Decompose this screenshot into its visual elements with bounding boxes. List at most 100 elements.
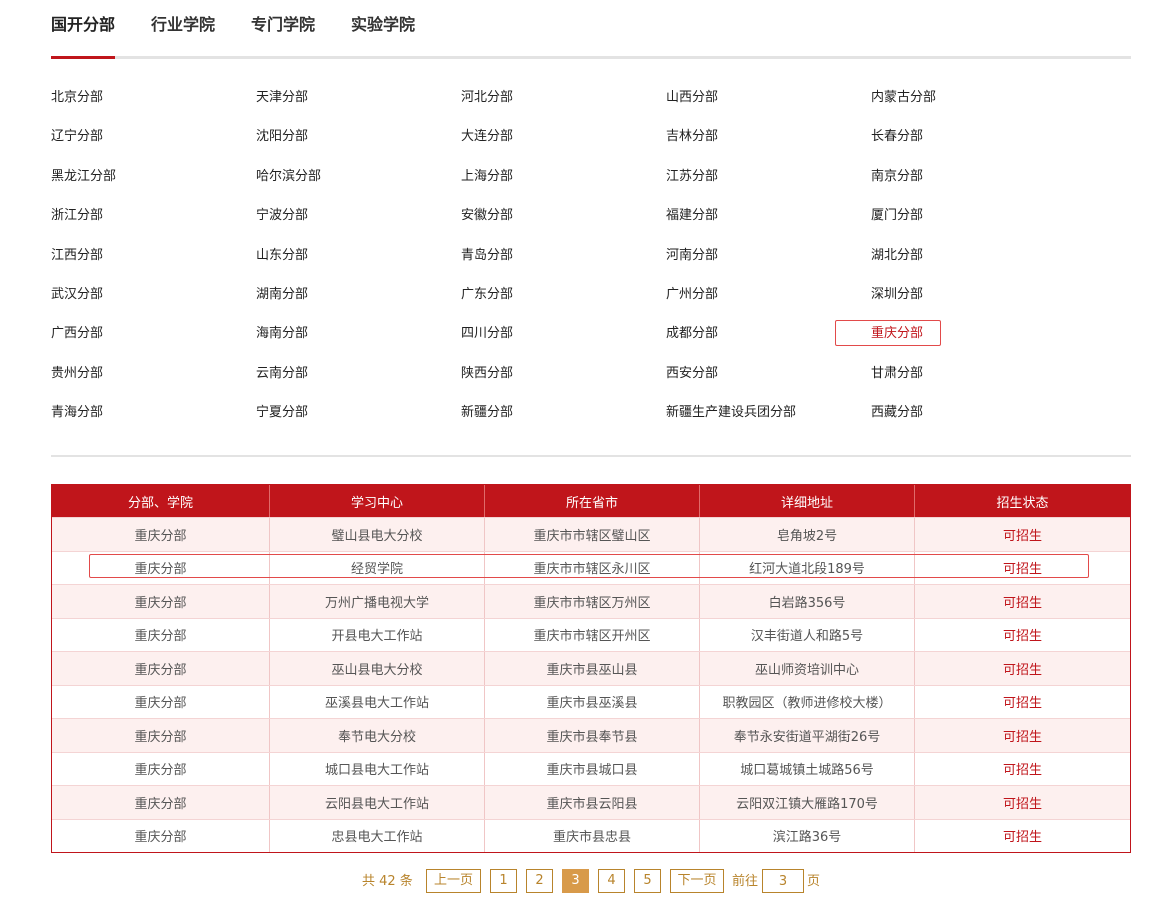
- branch-link[interactable]: 江西分部: [51, 243, 103, 269]
- table-row: 重庆分部 巫溪县电大工作站 重庆市县巫溪县 职教园区（教师进修校大楼） 可招生: [52, 684, 1130, 718]
- cell-center: 云阳县电大工作站: [270, 786, 485, 819]
- branch-link[interactable]: 云南分部: [256, 361, 308, 387]
- cell-center: 巫溪县电大工作站: [270, 685, 485, 718]
- branch-link[interactable]: 青海分部: [51, 400, 103, 426]
- table-row: 重庆分部 经贸学院 重庆市市辖区永川区 红河大道北段189号 可招生: [52, 550, 1130, 584]
- branch-link[interactable]: 新疆生产建设兵团分部: [666, 400, 796, 426]
- tab-divider: [51, 56, 1131, 59]
- page-3-button[interactable]: 3: [562, 869, 589, 893]
- branch-link[interactable]: 广东分部: [461, 282, 513, 308]
- branch-link[interactable]: 内蒙古分部: [871, 85, 936, 111]
- next-page-button[interactable]: 下一页: [670, 869, 724, 893]
- cell-city: 重庆市县云阳县: [485, 786, 700, 819]
- branch-link[interactable]: 上海分部: [461, 164, 513, 190]
- header-address: 详细地址: [700, 485, 915, 517]
- cell-city: 重庆市县巫山县: [485, 652, 700, 685]
- cell-branch: 重庆分部: [52, 752, 270, 785]
- learning-center-table: 分部、学院 学习中心 所在省市 详细地址 招生状态 重庆分部 璧山县电大分校 重庆市…: [51, 484, 1131, 853]
- branch-link[interactable]: 宁夏分部: [256, 400, 308, 426]
- cell-address: 职教园区（教师进修校大楼）: [700, 685, 915, 718]
- goto-page-input[interactable]: [762, 869, 804, 893]
- cell-city: 重庆市县巫溪县: [485, 685, 700, 718]
- cell-address: 滨江路36号: [700, 819, 915, 852]
- page-1-button[interactable]: 1: [490, 869, 517, 893]
- cell-center: 奉节电大分校: [270, 719, 485, 752]
- cell-branch: 重庆分部: [52, 685, 270, 718]
- branch-link[interactable]: 重庆分部: [871, 321, 923, 347]
- cell-status: 可招生: [1002, 830, 1042, 846]
- tab-experimental-colleges[interactable]: 实验学院: [351, 13, 415, 37]
- branch-link[interactable]: 西藏分部: [871, 400, 923, 426]
- page-4-button[interactable]: 4: [598, 869, 625, 893]
- cell-status: 可招生: [1002, 696, 1042, 712]
- cell-city: 重庆市市辖区万州区: [485, 585, 700, 618]
- branch-link[interactable]: 新疆分部: [461, 400, 513, 426]
- branch-link[interactable]: 福建分部: [666, 203, 718, 229]
- branch-link[interactable]: 山东分部: [256, 243, 308, 269]
- branch-link[interactable]: 广州分部: [666, 282, 718, 308]
- branch-link[interactable]: 南京分部: [871, 164, 923, 190]
- branch-link[interactable]: 天津分部: [256, 85, 308, 111]
- branch-link[interactable]: 甘肃分部: [871, 361, 923, 387]
- branch-link[interactable]: 黑龙江分部: [51, 164, 116, 190]
- header-city: 所在省市: [485, 485, 700, 517]
- tab-special-colleges[interactable]: 专门学院: [251, 13, 315, 37]
- cell-city: 重庆市市辖区永川区: [485, 551, 700, 584]
- branch-link[interactable]: 武汉分部: [51, 282, 103, 308]
- page-5-button[interactable]: 5: [634, 869, 661, 893]
- cell-branch: 重庆分部: [52, 585, 270, 618]
- branch-link[interactable]: 四川分部: [461, 321, 513, 347]
- branch-link[interactable]: 河南分部: [666, 243, 718, 269]
- cell-branch: 重庆分部: [52, 786, 270, 819]
- branch-link[interactable]: 深圳分部: [871, 282, 923, 308]
- branch-link[interactable]: 贵州分部: [51, 361, 103, 387]
- branch-link[interactable]: 大连分部: [461, 124, 513, 150]
- cell-status: 可招生: [1002, 562, 1042, 578]
- branch-link[interactable]: 厦门分部: [871, 203, 923, 229]
- branch-link[interactable]: 广西分部: [51, 321, 103, 347]
- branch-link[interactable]: 辽宁分部: [51, 124, 103, 150]
- branch-link[interactable]: 北京分部: [51, 85, 103, 111]
- table-row: 重庆分部 开县电大工作站 重庆市市辖区开州区 汉丰街道人和路5号 可招生: [52, 617, 1130, 651]
- branch-link[interactable]: 长春分部: [871, 124, 923, 150]
- header-branch: 分部、学院: [52, 485, 270, 517]
- goto-suffix: 页: [807, 874, 821, 889]
- table-body: 重庆分部 璧山县电大分校 重庆市市辖区璧山区 皂角坡2号 可招生 重庆分部 经贸学院 重庆市市…: [52, 517, 1130, 852]
- branch-link[interactable]: 海南分部: [256, 321, 308, 347]
- branch-link[interactable]: 西安分部: [666, 361, 718, 387]
- cell-branch: 重庆分部: [52, 652, 270, 685]
- tab-guokai-branches[interactable]: 国开分部: [51, 13, 115, 37]
- cell-branch: 重庆分部: [52, 819, 270, 852]
- branch-link[interactable]: 哈尔滨分部: [256, 164, 321, 190]
- cell-status: 可招生: [1002, 796, 1042, 812]
- branch-link[interactable]: 沈阳分部: [256, 124, 308, 150]
- branch-link[interactable]: 安徽分部: [461, 203, 513, 229]
- tab-bar: 国开分部 行业学院 专门学院 实验学院: [51, 0, 1131, 60]
- cell-city: 重庆市市辖区开州区: [485, 618, 700, 651]
- cell-status: 可招生: [1002, 662, 1042, 678]
- table-row: 重庆分部 巫山县电大分校 重庆市县巫山县 巫山师资培训中心 可招生: [52, 651, 1130, 685]
- branch-link[interactable]: 湖南分部: [256, 282, 308, 308]
- goto-prefix: 前往: [732, 874, 759, 889]
- page-2-button[interactable]: 2: [526, 869, 553, 893]
- branch-link[interactable]: 江苏分部: [666, 164, 718, 190]
- table-row: 重庆分部 璧山县电大分校 重庆市市辖区璧山区 皂角坡2号 可招生: [52, 517, 1130, 551]
- tab-industry-colleges[interactable]: 行业学院: [151, 13, 215, 37]
- branch-link[interactable]: 吉林分部: [666, 124, 718, 150]
- cell-address: 白岩路356号: [700, 585, 915, 618]
- branch-link[interactable]: 浙江分部: [51, 203, 103, 229]
- cell-address: 巫山师资培训中心: [700, 652, 915, 685]
- prev-page-button[interactable]: 上一页: [426, 869, 481, 893]
- table-row: 重庆分部 云阳县电大工作站 重庆市县云阳县 云阳双江镇大雁路170号 可招生: [52, 785, 1130, 819]
- branch-link[interactable]: 湖北分部: [871, 243, 923, 269]
- branch-link[interactable]: 河北分部: [461, 85, 513, 111]
- branch-link[interactable]: 山西分部: [666, 85, 718, 111]
- branch-link[interactable]: 青岛分部: [461, 243, 513, 269]
- cell-status: 可招生: [1002, 729, 1042, 745]
- branch-link[interactable]: 宁波分部: [256, 203, 308, 229]
- branch-link[interactable]: 陕西分部: [461, 361, 513, 387]
- grid-divider: [51, 455, 1131, 457]
- cell-center: 巫山县电大分校: [270, 652, 485, 685]
- branch-link[interactable]: 成都分部: [666, 321, 718, 347]
- cell-address: 城口葛城镇土城路56号: [700, 752, 915, 785]
